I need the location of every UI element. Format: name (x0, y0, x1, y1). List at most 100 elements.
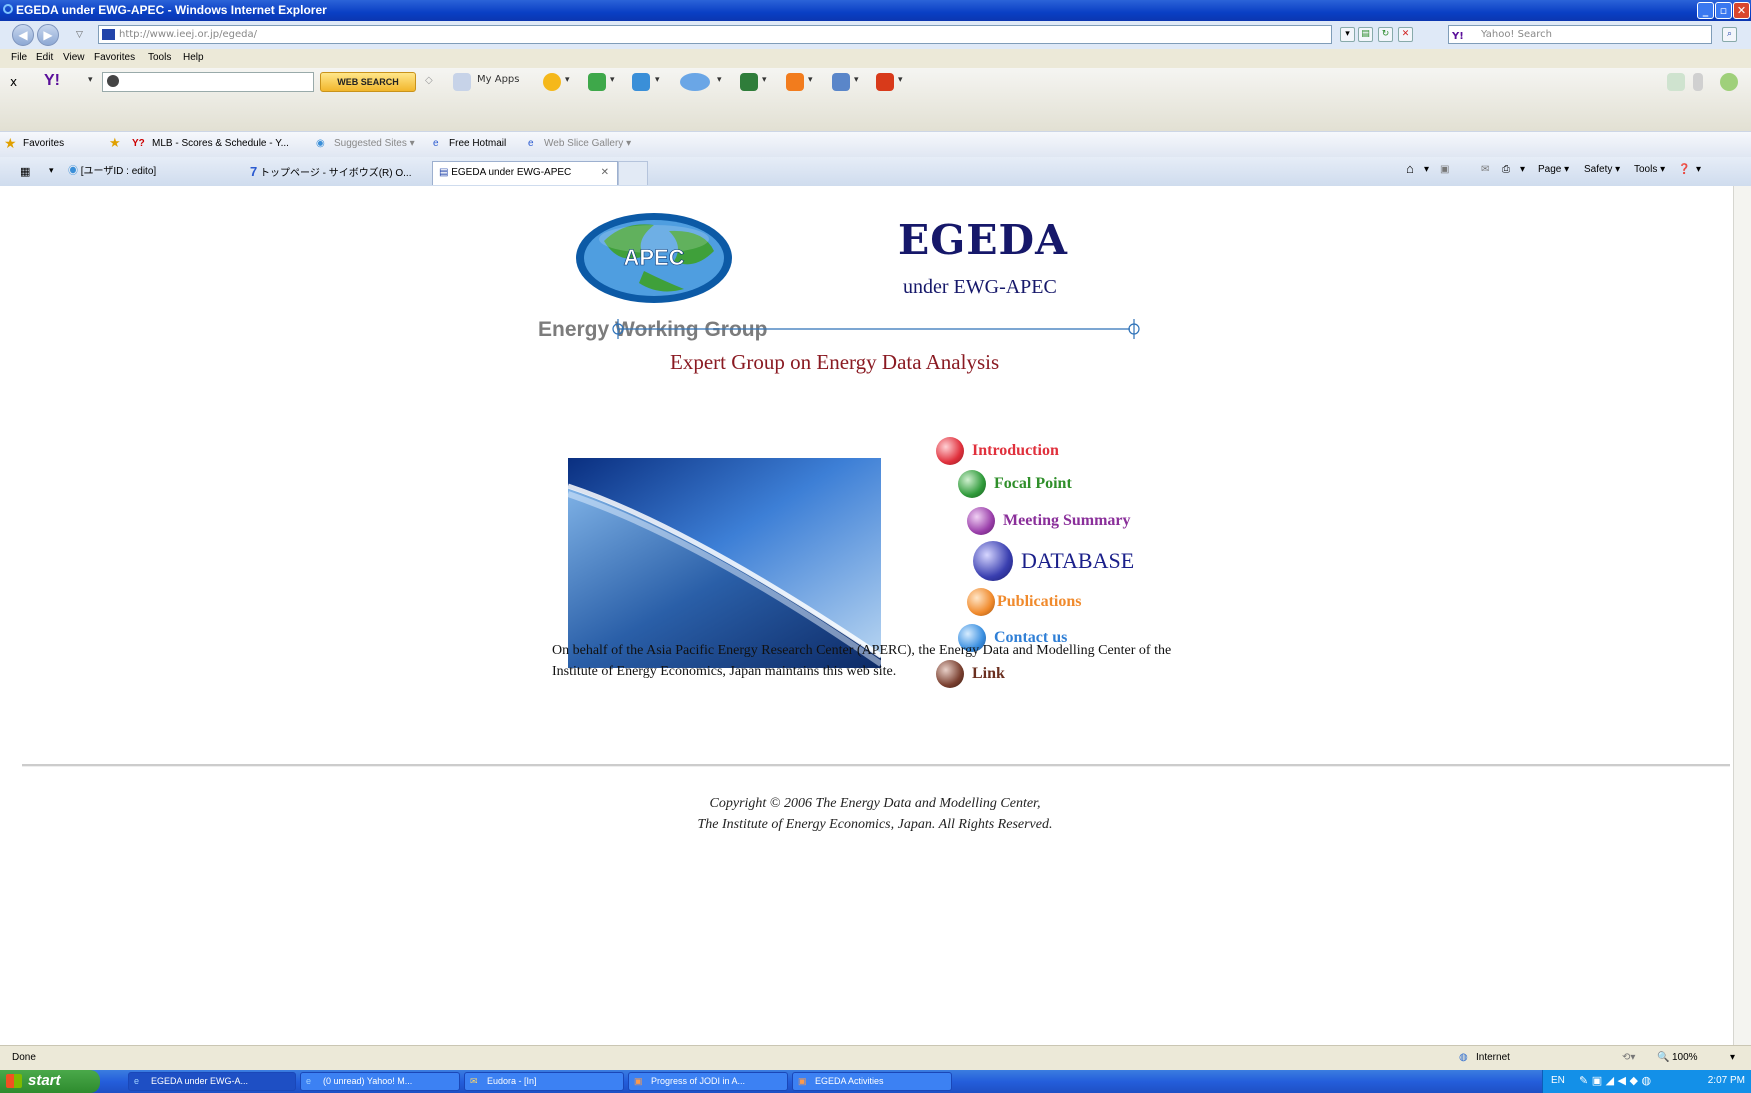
nav-meeting-summary[interactable]: Meeting Summary (967, 507, 1131, 535)
language-indicator[interactable]: EN (1551, 1075, 1565, 1086)
read-mail-icon[interactable]: ✉ (1481, 164, 1489, 175)
menu-edit[interactable]: Edit (36, 52, 53, 63)
tools-menu[interactable]: Tools ▾ (1634, 164, 1665, 175)
app-caret-icon[interactable]: ▾ (808, 75, 813, 85)
yahoo-search-input[interactable] (102, 72, 314, 92)
home-caret-icon[interactable]: ▾ (1424, 164, 1429, 175)
yahoo-menu-caret-icon[interactable]: ▾ (88, 75, 93, 85)
menu-help[interactable]: Help (183, 52, 204, 63)
settings-icon[interactable] (1720, 73, 1738, 91)
zoom-level[interactable]: 100% (1672, 1052, 1698, 1063)
help-caret-icon[interactable]: ▾ (1696, 164, 1701, 175)
print-icon[interactable]: ⎙ (1502, 164, 1510, 175)
search-input[interactable]: Y! Yahoo! Search (1448, 25, 1712, 44)
menu-view[interactable]: View (63, 52, 85, 63)
app-caret-icon[interactable]: ▾ (717, 75, 722, 85)
vertical-scrollbar[interactable] (1733, 186, 1751, 1045)
add-favorite-icon[interactable]: ★ (109, 135, 121, 151)
tab-list-caret-icon[interactable]: ▾ (49, 166, 54, 176)
web-search-button[interactable]: WEB SEARCH (320, 72, 416, 92)
menu-file[interactable]: File (11, 52, 27, 63)
toolbar-app-icon[interactable] (832, 73, 850, 91)
back-button[interactable]: ◀ (12, 24, 34, 46)
home-icon[interactable]: ⌂ (1406, 161, 1414, 176)
toolbar-app-icon[interactable] (876, 73, 894, 91)
stop-icon[interactable]: ✕ (1398, 27, 1413, 42)
close-toolbar-icon[interactable]: x (10, 75, 17, 89)
apec-logo-text: APEC (623, 245, 684, 270)
maximize-button[interactable]: ▫ (1715, 2, 1732, 19)
nav-label: Introduction (972, 442, 1059, 459)
red-orb-icon (936, 437, 964, 465)
scroll-toolbar-icon[interactable] (1693, 73, 1703, 91)
search-icon[interactable]: ⌕ (1722, 27, 1737, 42)
app-caret-icon[interactable]: ▾ (898, 75, 903, 85)
toolbar-app-icon[interactable] (543, 73, 561, 91)
app-caret-icon[interactable]: ▾ (565, 75, 570, 85)
tab-egeda[interactable]: ▤ EGEDA under EWG-APEC ✕ (432, 161, 618, 185)
zoom-caret-icon[interactable]: ▾ (1730, 1052, 1735, 1063)
favorite-mlb-link[interactable]: MLB - Scores & Schedule - Y... (152, 138, 289, 149)
my-apps-button[interactable]: My Apps (477, 74, 519, 85)
refresh-icon[interactable]: ↻ (1378, 27, 1393, 42)
copyright-line-2: The Institute of Energy Economics, Japan… (697, 817, 1053, 832)
page-subtitle: under EWG-APEC (903, 276, 1057, 298)
ie-icon: e (134, 1076, 140, 1086)
toolbar-app-icon[interactable] (740, 73, 758, 91)
favorites-button[interactable]: Favorites (23, 138, 64, 149)
tab-cybozu-user[interactable]: ◉ [ユーザID : edito] (62, 161, 240, 185)
forward-button[interactable]: ▶ (37, 24, 59, 46)
new-tab-button[interactable] (618, 161, 648, 185)
address-input[interactable]: http://www.ieej.or.jp/egeda/ (98, 25, 1332, 44)
nav-database[interactable]: DATABASE (973, 541, 1134, 581)
add-app-icon[interactable] (1667, 73, 1685, 91)
system-tray: EN ✎ ▣ ◢ ◀ ◆ ◍ 2:07 PM (1542, 1070, 1751, 1093)
protected-mode-icon[interactable]: ⟲▾ (1622, 1052, 1635, 1063)
menu-tools[interactable]: Tools (148, 52, 171, 63)
green-orb-icon (958, 470, 986, 498)
help-icon[interactable]: ❓ (1678, 164, 1690, 175)
quick-tabs-icon[interactable]: ▦ (20, 165, 30, 178)
minimize-button[interactable]: _ (1697, 2, 1714, 19)
page-menu[interactable]: Page ▾ (1538, 164, 1569, 175)
page-title: EGEDA (898, 216, 1068, 264)
start-button[interactable]: start (0, 1070, 100, 1093)
taskbar-item-egeda[interactable]: e EGEDA under EWG-A... (128, 1072, 296, 1091)
safety-menu[interactable]: Safety ▾ (1584, 164, 1620, 175)
print-caret-icon[interactable]: ▾ (1520, 164, 1525, 175)
yahoo-logo-icon[interactable]: Y! (44, 72, 60, 90)
app-caret-icon[interactable]: ▾ (610, 75, 615, 85)
taskbar-item-yahoo-mail[interactable]: e (0 unread) Yahoo! M... (300, 1072, 460, 1091)
tab-label: [ユーザID : edito] (80, 166, 157, 177)
toolbar-app-icon[interactable] (588, 73, 606, 91)
address-dropdown-button[interactable]: ▾ (1340, 27, 1355, 42)
page-content: APEC Energy Working Group EGEDA under EW… (0, 186, 1751, 1045)
close-button[interactable]: ✕ (1733, 2, 1750, 19)
favorite-web-slice-gallery[interactable]: Web Slice Gallery ▾ (544, 138, 631, 149)
windows-logo-icon (6, 1074, 22, 1088)
tab-cybozu-top[interactable]: 7 トップページ - サイボウズ(R) O... (244, 161, 428, 185)
favorite-free-hotmail[interactable]: Free Hotmail (449, 138, 506, 149)
tray-icons[interactable]: ✎ ▣ ◢ ◀ ◆ ◍ (1579, 1074, 1651, 1087)
nav-publications[interactable]: Publications (967, 588, 1081, 616)
app-caret-icon[interactable]: ▾ (762, 75, 767, 85)
taskbar-item-eudora[interactable]: ✉ Eudora - [In] (464, 1072, 624, 1091)
close-tab-icon[interactable]: ✕ (601, 162, 609, 184)
feeds-icon[interactable]: ▣ (1440, 164, 1449, 175)
toolbar-app-icon[interactable] (680, 73, 710, 91)
web-slice-icon: e (528, 138, 534, 149)
nav-focal-point[interactable]: Focal Point (958, 470, 1072, 498)
taskbar-item-egeda-activities[interactable]: ▣ EGEDA Activities (792, 1072, 952, 1091)
security-zone[interactable]: Internet (1476, 1052, 1510, 1063)
favorites-bar: ★ Favorites ★ Y? MLB - Scores & Schedule… (0, 131, 1751, 158)
favorite-suggested-sites[interactable]: Suggested Sites ▾ (334, 138, 415, 149)
app-caret-icon[interactable]: ▾ (854, 75, 859, 85)
toolbar-app-icon[interactable] (786, 73, 804, 91)
taskbar-item-jodi[interactable]: ▣ Progress of JODI in A... (628, 1072, 788, 1091)
compatibility-view-icon[interactable]: ▤ (1358, 27, 1373, 42)
nav-introduction[interactable]: Introduction (936, 437, 1059, 465)
recent-pages-dropdown[interactable]: ▽ (76, 30, 83, 40)
mail-icon[interactable] (632, 73, 650, 91)
menu-favorites[interactable]: Favorites (94, 52, 135, 63)
app-caret-icon[interactable]: ▾ (655, 75, 660, 85)
